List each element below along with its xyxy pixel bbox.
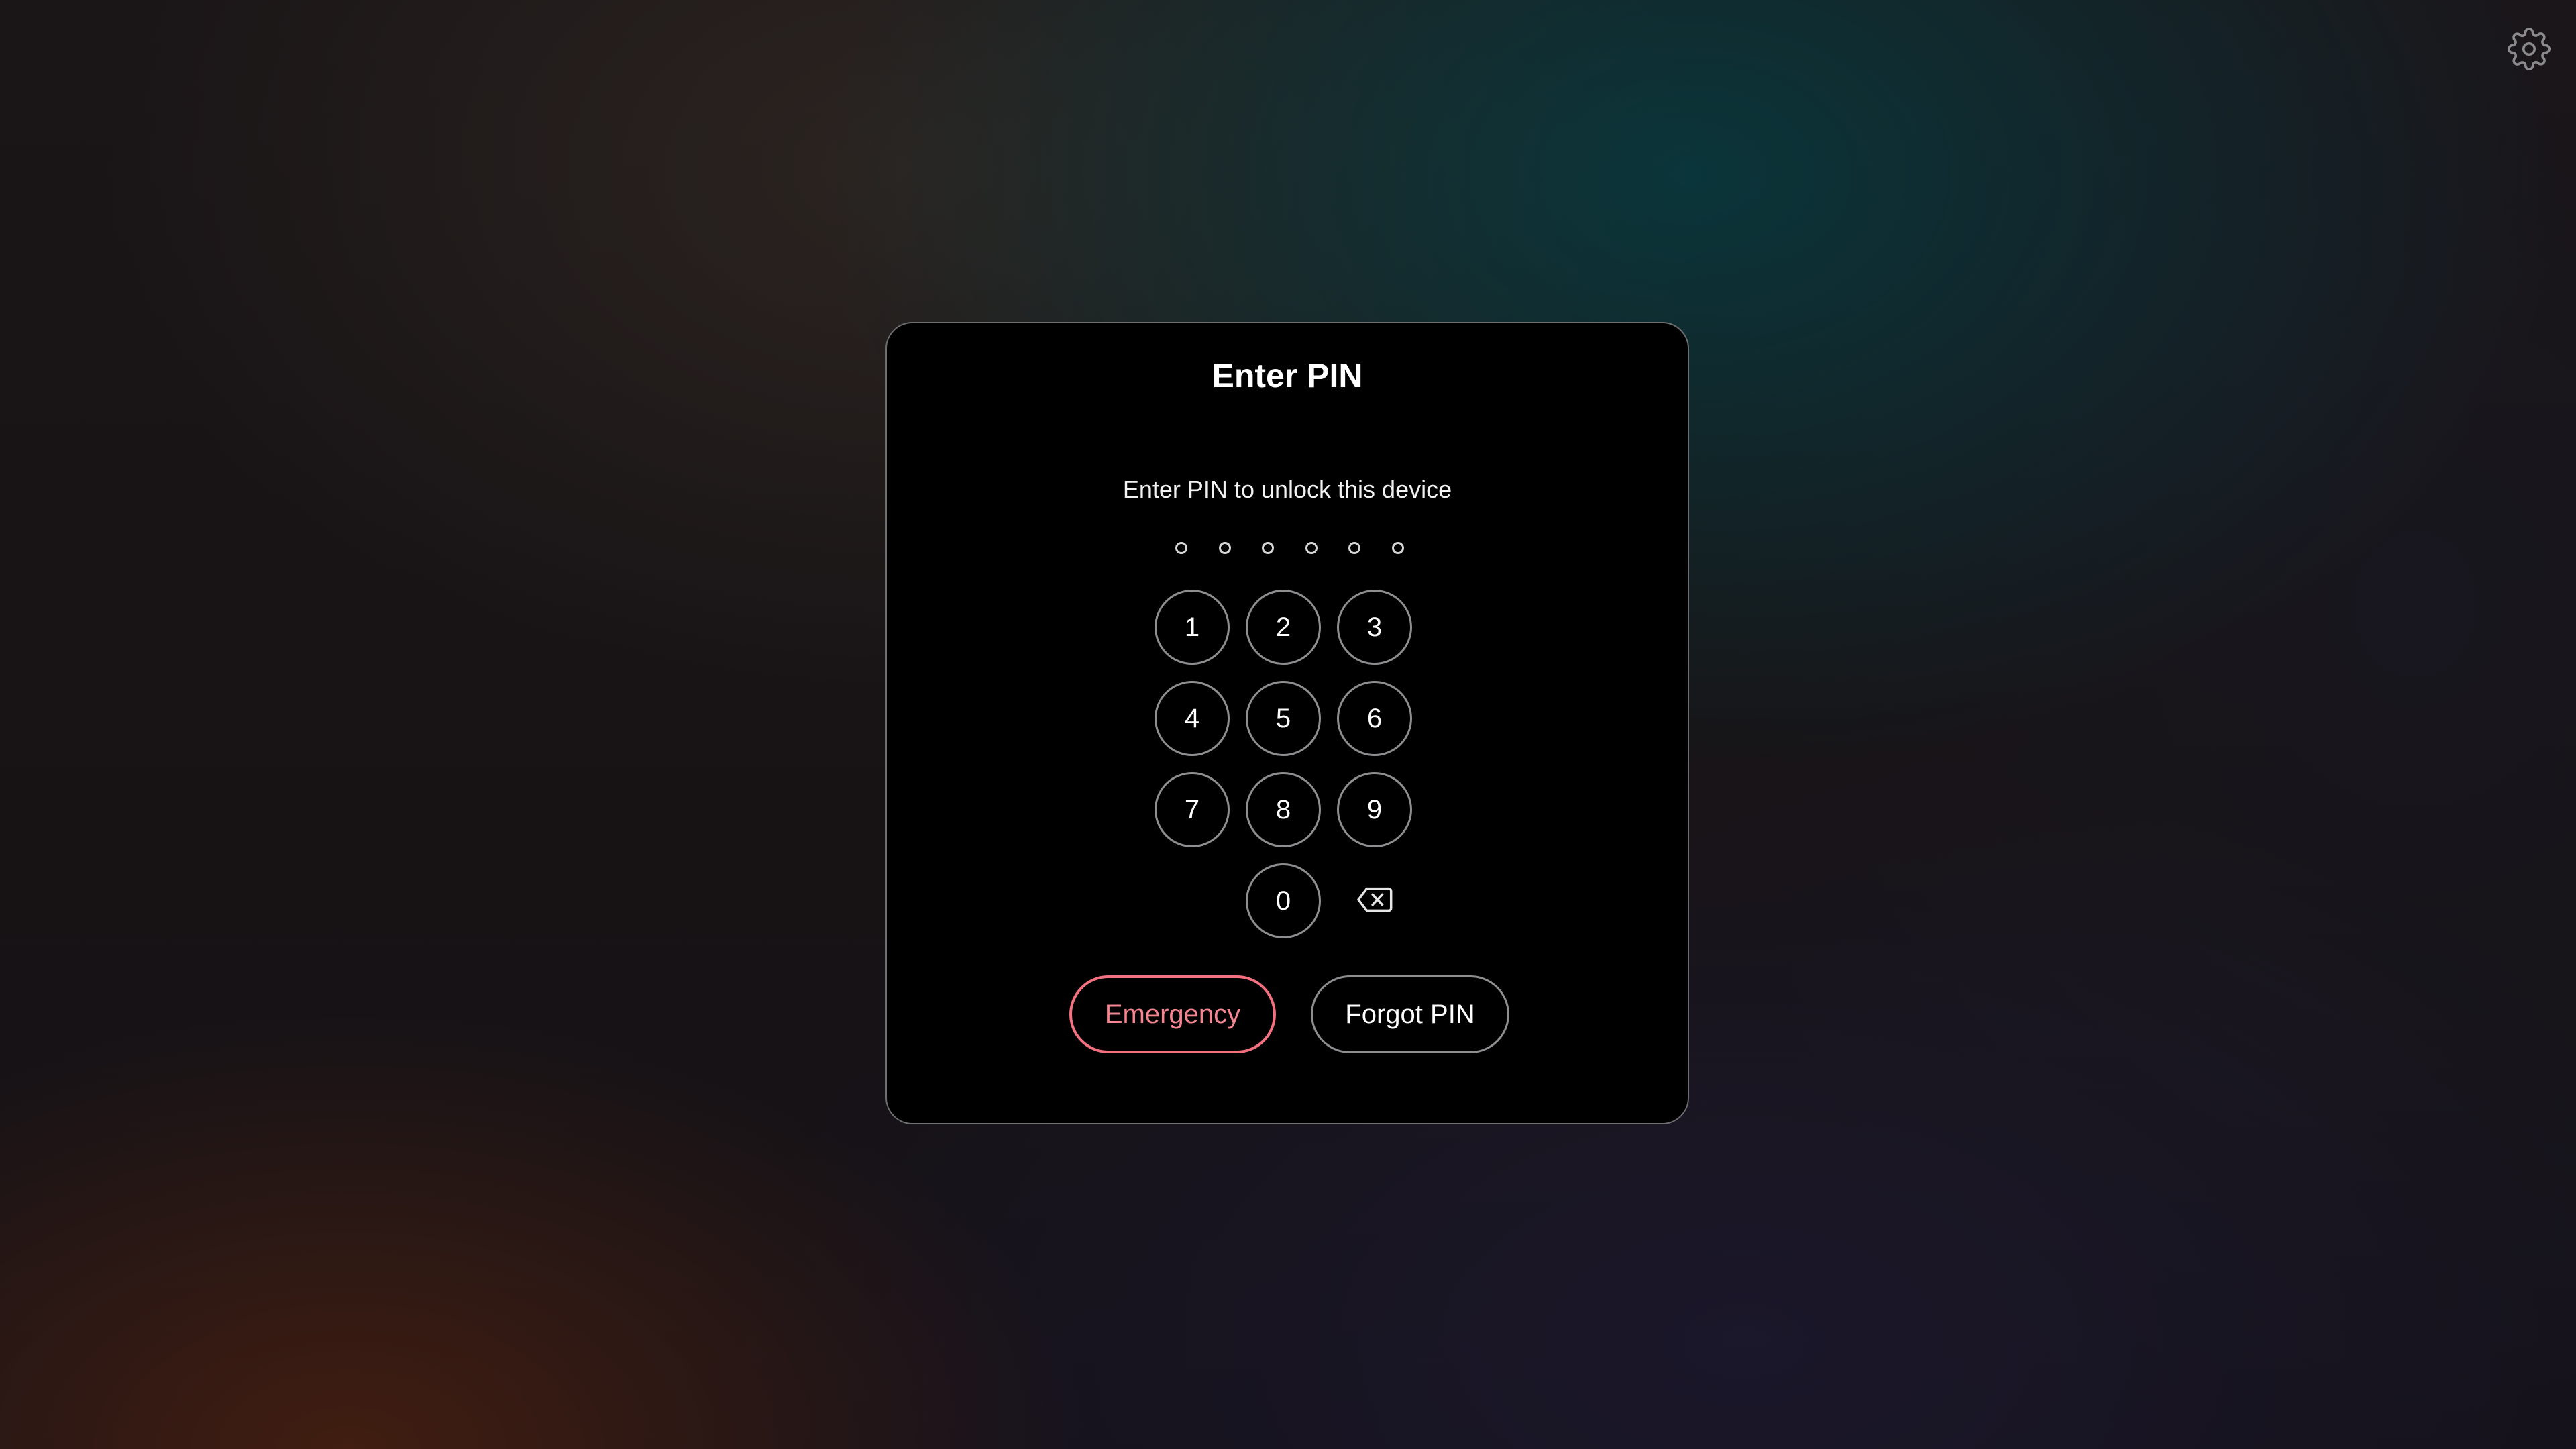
- pin-dot: [1305, 542, 1318, 554]
- keypad-key-5[interactable]: 5: [1246, 681, 1321, 756]
- pin-dot: [1348, 542, 1360, 554]
- emergency-button[interactable]: Emergency: [1069, 975, 1276, 1053]
- keypad-key-2[interactable]: 2: [1246, 590, 1321, 665]
- backspace-icon: [1356, 886, 1393, 916]
- gear-icon: [2507, 27, 2551, 74]
- dialog-title: Enter PIN: [1212, 357, 1363, 394]
- pin-dot: [1262, 542, 1274, 554]
- dialog-subtitle: Enter PIN to unlock this device: [1122, 476, 1452, 503]
- keypad-key-7[interactable]: 7: [1155, 772, 1230, 847]
- forgot-pin-button[interactable]: Forgot PIN: [1311, 975, 1509, 1053]
- pin-dot: [1391, 542, 1404, 554]
- keypad-key-9[interactable]: 9: [1337, 772, 1412, 847]
- keypad-key-6[interactable]: 6: [1337, 681, 1412, 756]
- settings-button[interactable]: [2506, 27, 2553, 74]
- keypad-key-4[interactable]: 4: [1155, 681, 1230, 756]
- backspace-button[interactable]: [1337, 863, 1412, 938]
- keypad-key-1[interactable]: 1: [1155, 590, 1230, 665]
- keypad: 123 456 7890: [1155, 590, 1423, 965]
- keypad-key-3[interactable]: 3: [1337, 590, 1412, 665]
- keypad-key-0[interactable]: 0: [1246, 863, 1321, 938]
- keypad-key-8[interactable]: 8: [1246, 772, 1321, 847]
- pin-dot: [1175, 542, 1187, 554]
- pin-dialog: Enter PIN Enter PIN to unlock this devic…: [885, 322, 1689, 1124]
- pin-dot: [1218, 542, 1231, 554]
- pin-indicator: [1175, 542, 1404, 555]
